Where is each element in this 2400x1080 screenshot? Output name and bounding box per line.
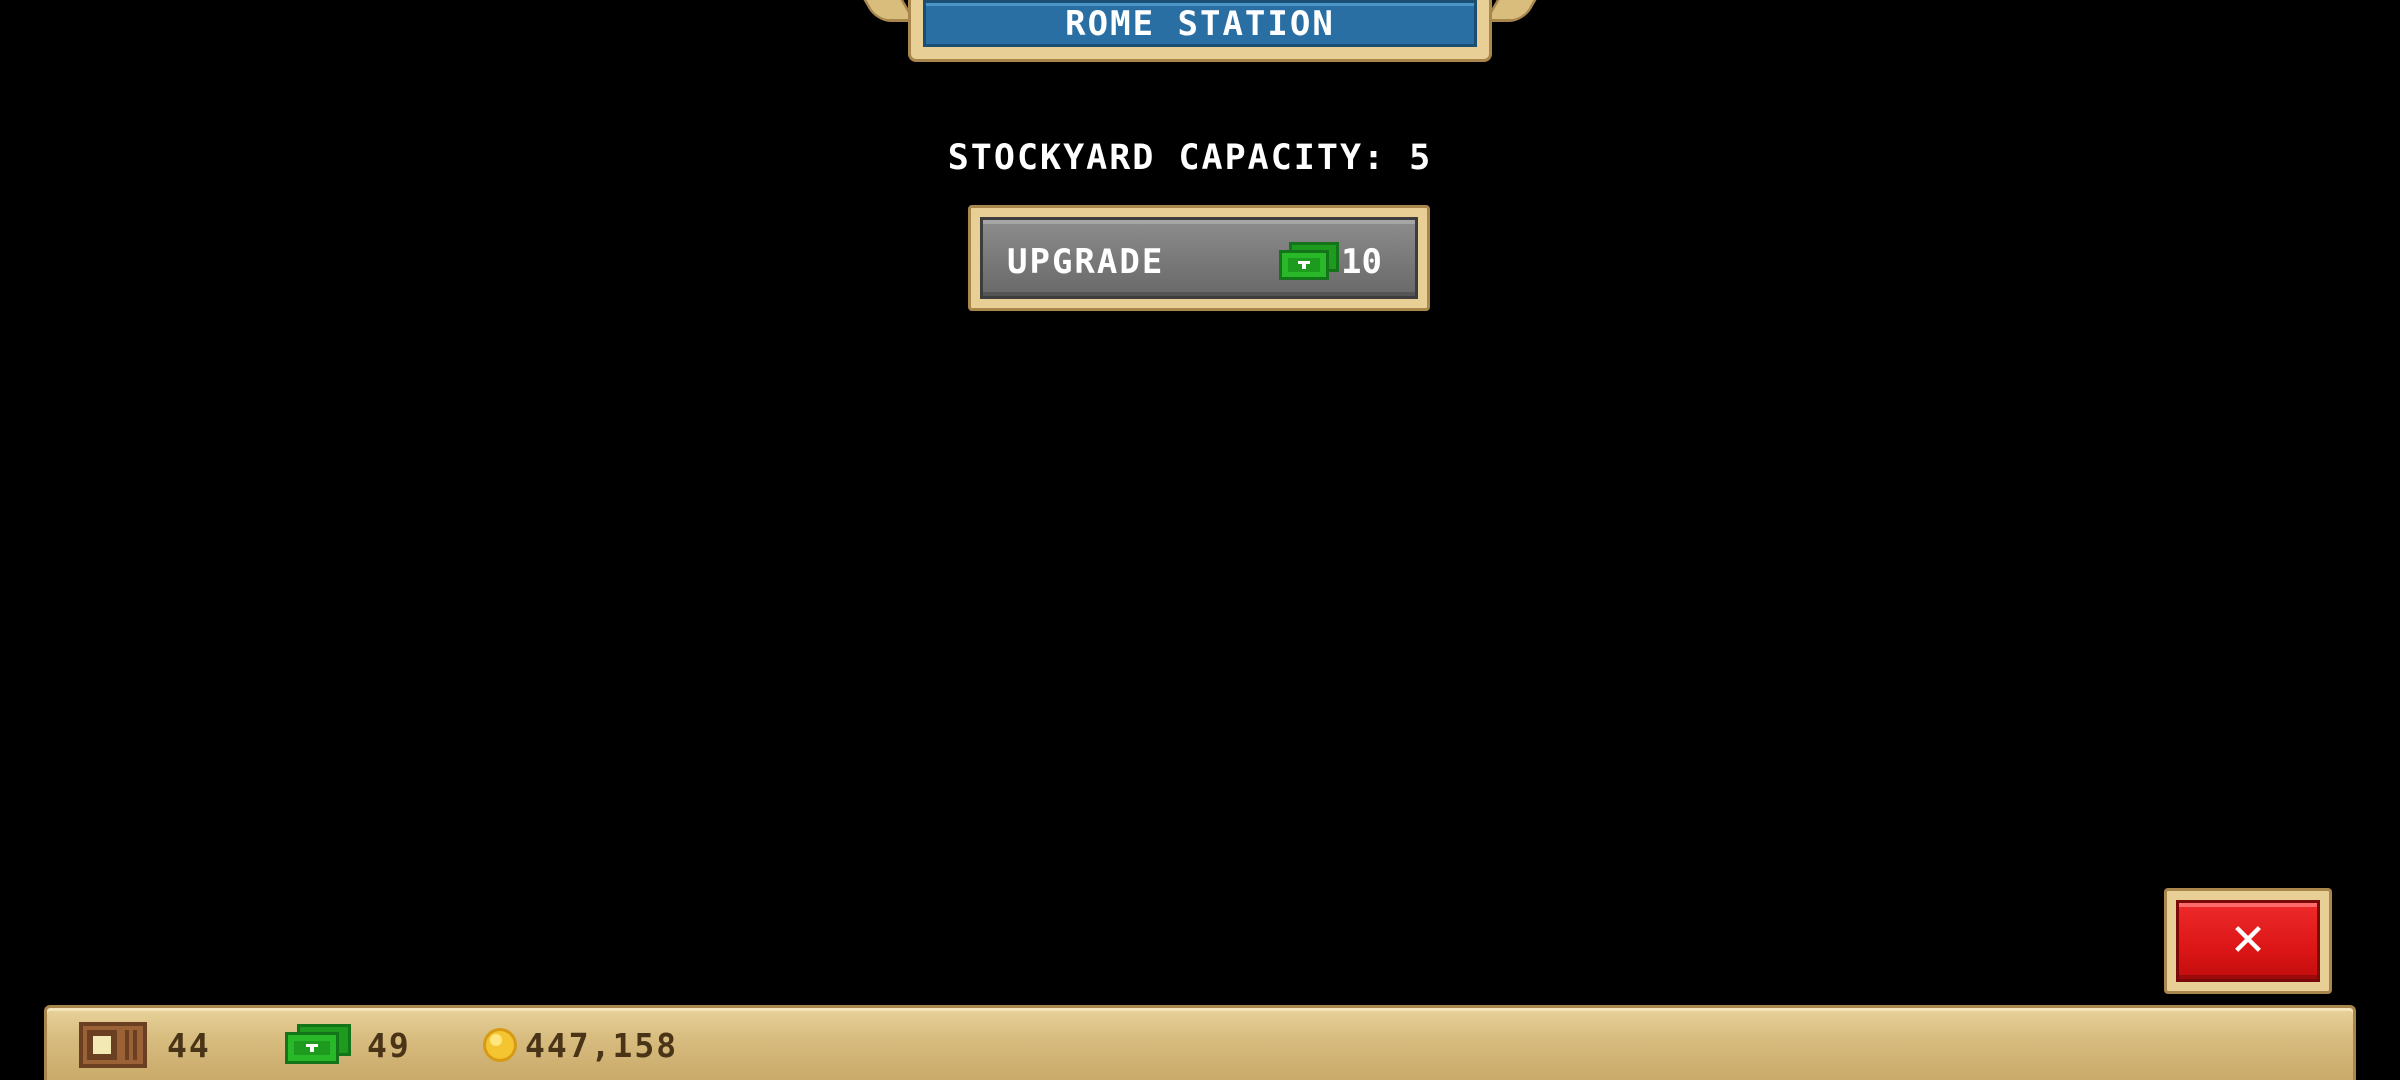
close-icon: ✕ <box>2229 915 2267 966</box>
title-banner-wing-right <box>1483 0 1541 22</box>
crate-count: 44 <box>167 1026 211 1065</box>
station-title: ROME STATION <box>1065 3 1335 44</box>
upgrade-label: UPGRADE <box>1007 242 1165 282</box>
coin-icon <box>481 1026 519 1068</box>
cash-count: 49 <box>367 1026 411 1065</box>
stockyard-capacity-label: STOCKYARD CAPACITY: 5 <box>947 138 1433 178</box>
upgrade-cost: 10 <box>1341 242 1382 282</box>
title-plate: ROME STATION <box>923 0 1477 47</box>
cash-icon <box>1277 240 1341 286</box>
upgrade-button[interactable]: UPGRADE 10 <box>968 205 1430 311</box>
close-button-face[interactable]: ✕ <box>2176 900 2320 982</box>
crate-icon <box>79 1022 147 1072</box>
coin-count: 447,158 <box>525 1026 679 1065</box>
upgrade-button-face[interactable]: UPGRADE 10 <box>980 217 1418 299</box>
resource-bar: 44 49 447,158 <box>44 1005 2356 1080</box>
title-banner: ROME STATION <box>908 0 1492 62</box>
close-button[interactable]: ✕ <box>2164 888 2332 994</box>
cash-icon <box>283 1022 353 1070</box>
